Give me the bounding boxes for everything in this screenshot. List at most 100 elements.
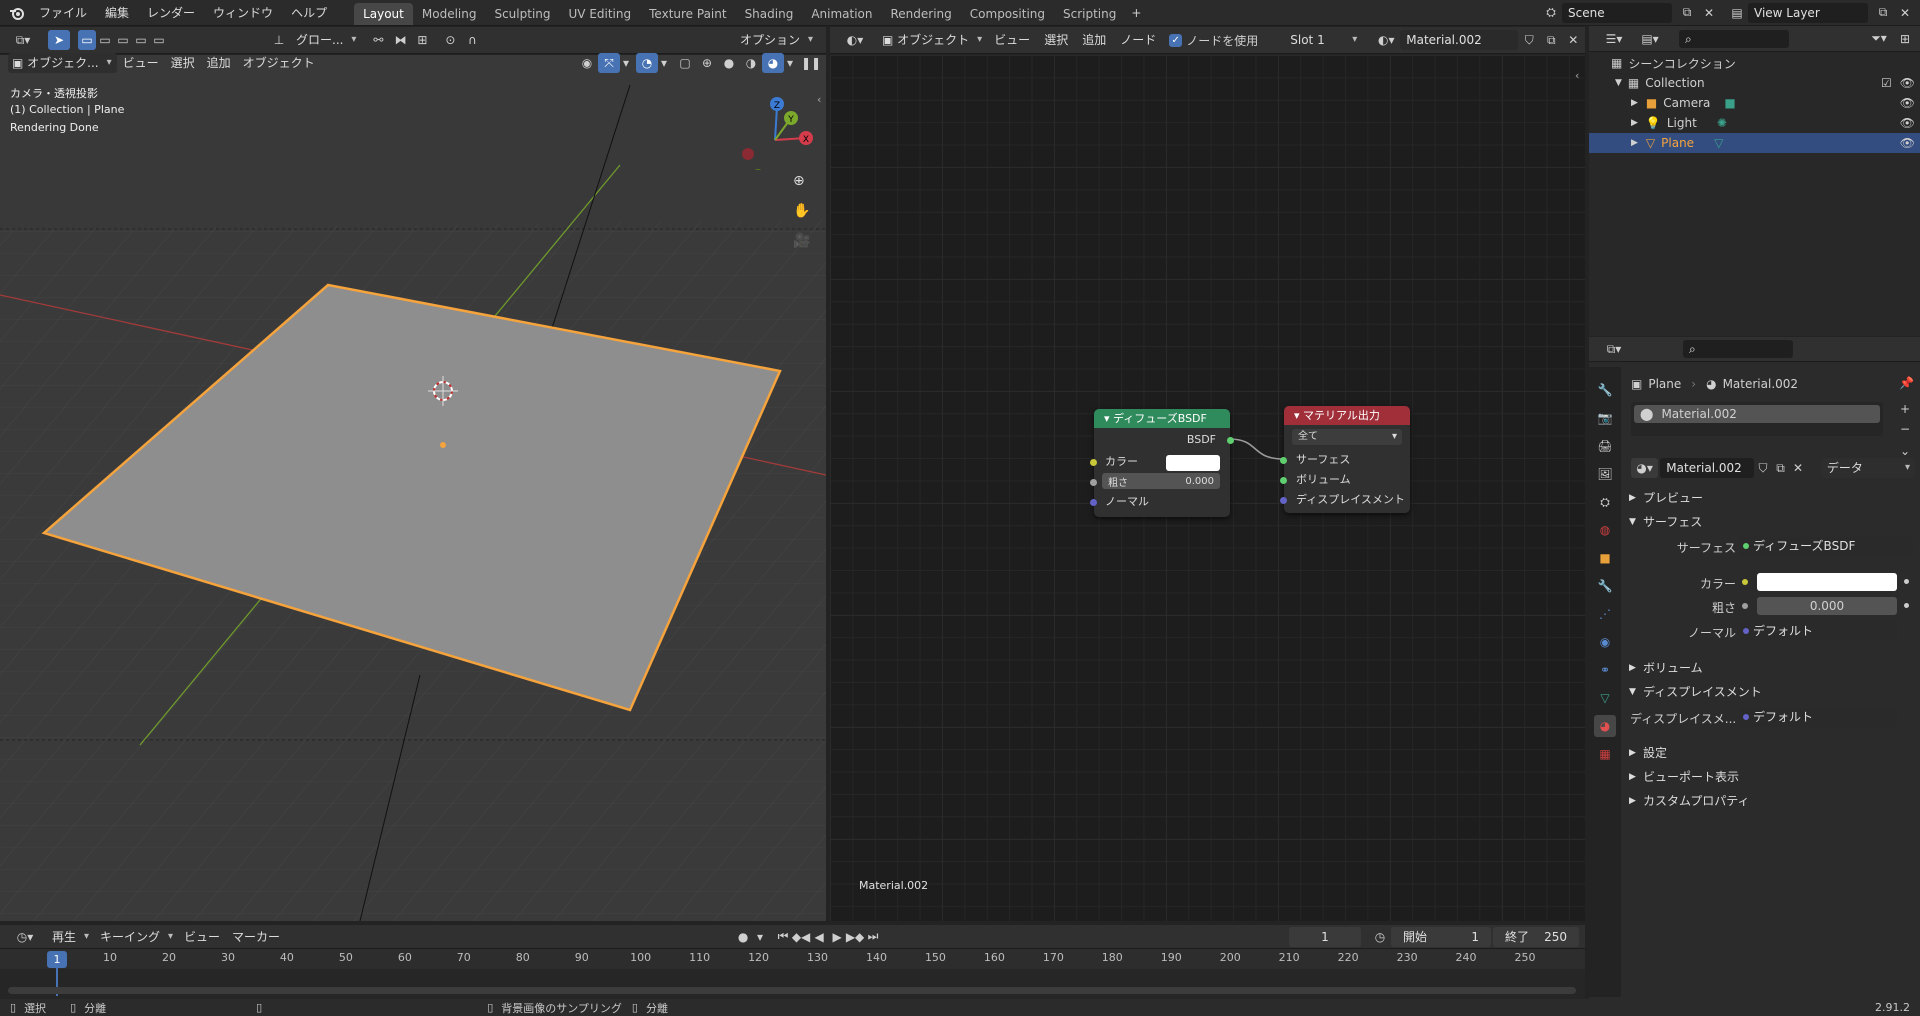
select-extend-icon[interactable]: ▭: [96, 30, 114, 50]
modifier-tab-icon[interactable]: 🔧: [1594, 575, 1616, 597]
tab-compositing[interactable]: Compositing: [961, 3, 1054, 25]
eye-icon[interactable]: 👁: [1900, 136, 1915, 150]
view-layer-tab-icon[interactable]: 🖼: [1594, 463, 1616, 485]
section-surface[interactable]: ▼ サーフェス: [1621, 511, 1702, 533]
world-tab-icon[interactable]: ◍: [1594, 519, 1616, 541]
tool-tab-icon[interactable]: 🔧: [1594, 379, 1616, 401]
timeline-type-icon[interactable]: ◷▾: [10, 927, 40, 947]
new-scene-icon[interactable]: ⧉: [1676, 3, 1698, 23]
material-datablock-field[interactable]: Material.002: [1660, 458, 1755, 478]
outliner-row-scene-collection[interactable]: ▦ シーンコレクション: [1611, 53, 1736, 73]
visibility-icon[interactable]: ◉: [576, 53, 598, 73]
duplicate-material-icon[interactable]: ⧉: [1772, 458, 1790, 478]
falloff-icon[interactable]: ∩: [461, 30, 483, 50]
diffuse-node-header[interactable]: ▾ ディフューズBSDF: [1094, 409, 1230, 428]
select-box-mode-icon[interactable]: ▭: [78, 30, 96, 50]
menu-render[interactable]: レンダー: [138, 0, 204, 26]
camera-view-icon[interactable]: 🎥: [793, 233, 810, 249]
slot-specials-icon[interactable]: ⌄: [1896, 444, 1914, 458]
section-custom-props[interactable]: ▶ カスタムプロパティ: [1621, 790, 1750, 812]
output-node-header[interactable]: ▾ マテリアル出力: [1284, 406, 1410, 425]
surface-input-socket[interactable]: [1280, 457, 1287, 464]
eye-icon[interactable]: 👁: [1900, 116, 1915, 130]
scene-icon[interactable]: ⛭: [1540, 3, 1562, 23]
keying-menu[interactable]: キーイング: [94, 927, 178, 947]
menu-help[interactable]: ヘルプ: [282, 0, 336, 26]
jump-start-icon[interactable]: ⏮: [774, 927, 792, 947]
play-icon[interactable]: ▶: [828, 927, 846, 947]
interaction-mode-dropdown[interactable]: ▣ オブジェク...: [8, 53, 117, 73]
outliner-mode-icon[interactable]: ▤▾: [1635, 29, 1665, 49]
frame-end-field[interactable]: 終了 250: [1493, 926, 1579, 947]
timeline-scrollbar[interactable]: [8, 987, 1576, 994]
node-menu-node[interactable]: ノード: [1113, 28, 1163, 52]
wireframe-shading-icon[interactable]: ⊕: [696, 53, 718, 73]
menu-edit[interactable]: 編集: [96, 0, 138, 26]
delete-scene-icon[interactable]: ✕: [1698, 3, 1720, 23]
overlay-toggle-icon[interactable]: ◔: [636, 53, 658, 73]
options-dropdown[interactable]: オプション: [734, 30, 818, 50]
timeline-menu-view[interactable]: ビュー: [178, 925, 226, 949]
output-tab-icon[interactable]: 🖨: [1594, 435, 1616, 457]
outliner-row-plane[interactable]: ▶ ▽ Plane ▽ 👁: [1589, 133, 1920, 153]
menu-window[interactable]: ウィンドウ: [204, 0, 282, 26]
roughness-slider[interactable]: 0.000: [1757, 597, 1897, 615]
material-output-node[interactable]: ▾ マテリアル出力 全て ▾ サーフェス ボリューム ディスプレイスメント: [1280, 406, 1410, 513]
playback-menu[interactable]: 再生: [46, 927, 94, 947]
properties-search-input[interactable]: ⌕: [1683, 340, 1793, 358]
color-swatch[interactable]: [1757, 573, 1897, 591]
node-editor-canvas[interactable]: ▾ ディフューズBSDF BSDF カラー 粗さ 0.000 ノーマル ▾ マテ…: [830, 55, 1585, 921]
unlink-material-icon[interactable]: ✕: [1562, 30, 1584, 50]
section-viewport-display[interactable]: ▶ ビューポート表示: [1621, 766, 1739, 788]
xray-toggle-icon[interactable]: ▢: [674, 53, 696, 73]
scene-tab-icon[interactable]: ⛭: [1594, 491, 1616, 513]
menu-file[interactable]: ファイル: [30, 0, 96, 26]
delete-view-layer-icon[interactable]: ✕: [1894, 3, 1916, 23]
material-shading-icon[interactable]: ◑: [740, 53, 762, 73]
material-browse-icon[interactable]: ◕▾: [1631, 458, 1659, 478]
view-layer-field[interactable]: View Layer: [1748, 2, 1868, 23]
surface-shader-field[interactable]: ディフューズBSDF: [1739, 537, 1913, 556]
roughness-keyframe-dot[interactable]: [1904, 603, 1909, 608]
data-tab-icon[interactable]: ▽: [1594, 687, 1616, 709]
rendered-shading-icon[interactable]: ◕: [762, 53, 784, 73]
viewport-menu-view[interactable]: ビュー: [117, 51, 165, 75]
texture-tab-icon[interactable]: ▦: [1594, 743, 1616, 765]
material-name-field[interactable]: Material.002: [1400, 30, 1519, 50]
section-preview[interactable]: ▶ プレビュー: [1621, 487, 1703, 509]
normal-input-field[interactable]: デフォルト: [1739, 622, 1897, 641]
auto-keying-icon[interactable]: ●: [732, 927, 754, 947]
outliner-type-icon[interactable]: ☰▾: [1599, 29, 1629, 49]
node-object-dropdown[interactable]: ▣ オブジェクト: [876, 30, 987, 50]
diffuse-bsdf-node[interactable]: ▾ ディフューズBSDF BSDF カラー 粗さ 0.000 ノーマル: [1090, 409, 1234, 517]
duplicate-material-icon[interactable]: ⧉: [1540, 30, 1562, 50]
transform-orientation-dropdown[interactable]: グロー...: [290, 30, 361, 50]
roughness-input-socket[interactable]: [1090, 479, 1097, 486]
blender-logo-icon[interactable]: [4, 3, 30, 23]
tab-animation[interactable]: Animation: [802, 3, 881, 25]
play-reverse-icon[interactable]: ◀: [810, 927, 828, 947]
solid-shading-icon[interactable]: ●: [718, 53, 740, 73]
node-editor-type-icon[interactable]: ◐▾: [840, 30, 870, 50]
editor-type-icon[interactable]: ⧉▾: [6, 30, 40, 50]
timeline-menu-marker[interactable]: マーカー: [226, 925, 286, 949]
auto-keying-dropdown-icon[interactable]: ▾: [754, 927, 766, 947]
zoom-icon[interactable]: ⊕: [793, 173, 805, 189]
3d-viewport[interactable]: カメラ・透視投影 (1) Collection | Plane Renderin…: [0, 55, 826, 921]
color-keyframe-dot[interactable]: [1904, 579, 1909, 584]
output-target-dropdown[interactable]: 全て ▾: [1292, 429, 1402, 445]
tab-uv-editing[interactable]: UV Editing: [560, 3, 641, 25]
eye-icon[interactable]: 👁: [1900, 76, 1915, 90]
current-frame-indicator[interactable]: 1: [47, 951, 67, 968]
outliner-row-light[interactable]: ▶ 💡 Light ✺ 👁: [1631, 113, 1915, 133]
proportional-edit-icon[interactable]: ⊙: [439, 30, 461, 50]
gizmo-toggle-icon[interactable]: ⤧: [598, 53, 620, 73]
material-slot-list[interactable]: ⬤ Material.002: [1631, 402, 1883, 436]
navigation-gizmo[interactable]: Z X Y: [735, 90, 815, 170]
tab-layout[interactable]: Layout: [354, 2, 413, 25]
tab-rendering[interactable]: Rendering: [882, 3, 961, 25]
jump-end-icon[interactable]: ⏭: [864, 927, 882, 947]
select-tool-icon[interactable]: ➤: [48, 30, 70, 50]
use-nodes-checkbox[interactable]: ✓: [1169, 33, 1183, 47]
section-displacement[interactable]: ▼ ディスプレイスメント: [1621, 681, 1762, 703]
